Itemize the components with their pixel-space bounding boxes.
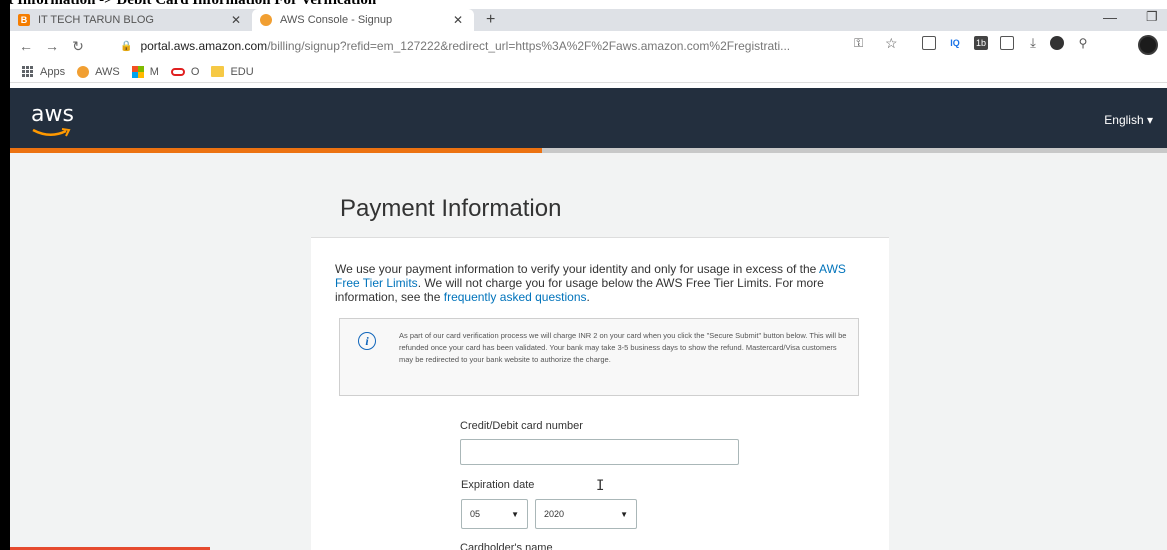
forward-icon[interactable]: → — [42, 38, 62, 54]
page-title: Payment Information — [340, 195, 562, 222]
text-cursor-icon: I — [596, 478, 605, 494]
cardholder-name-label: Cardholder's name — [460, 542, 553, 550]
bookmark-edu[interactable]: EDU — [211, 65, 254, 78]
notice-text: As part of our card verification process… — [399, 331, 847, 364]
new-tab-button[interactable]: + — [486, 11, 495, 29]
key-icon[interactable]: ⚿ — [854, 36, 863, 51]
puzzle-icon[interactable]: ⚲ — [1076, 36, 1090, 50]
bookmark-o[interactable]: O — [170, 65, 200, 78]
pocket-icon[interactable] — [922, 36, 936, 50]
bookmark-label: M — [149, 65, 159, 78]
dropdown-arrow-icon: ▼ — [511, 509, 519, 519]
extension-iq-icon[interactable]: IQ — [948, 36, 962, 50]
expiration-month-select[interactable]: 05 ▼ — [461, 499, 528, 529]
bookmarks-bar: Apps AWS M O EDU — [10, 61, 1167, 83]
expiration-year-select[interactable]: 2020 ▼ — [535, 499, 637, 529]
bookmark-label: Apps — [40, 65, 66, 78]
browser-toolbar: ← → ↻ 🔒 portal.aws.amazon.com/billing/si… — [10, 31, 1167, 61]
aws-logo[interactable]: aws — [31, 102, 74, 127]
aws-header: aws English ▾ — [10, 88, 1167, 148]
aws-smile-icon — [32, 128, 71, 137]
payment-form-card: We use your payment information to verif… — [311, 237, 889, 550]
close-icon[interactable]: ✕ — [450, 13, 466, 27]
faq-link[interactable]: frequently asked questions — [444, 290, 587, 304]
bookmark-m[interactable]: M — [131, 65, 159, 78]
restore-icon[interactable]: ❐ — [1146, 9, 1158, 25]
bookmark-label: AWS — [95, 65, 120, 78]
opera-icon — [170, 67, 185, 76]
apps-grid-icon — [22, 65, 34, 78]
url-text[interactable]: portal.aws.amazon.com/billing/signup?ref… — [140, 39, 790, 53]
expiration-date-label: Expiration date — [461, 479, 535, 491]
bookmark-aws[interactable]: AWS — [77, 65, 120, 78]
tab-it-tech-blog[interactable]: B IT TECH TARUN BLOG ✕ — [10, 9, 252, 31]
left-edge-bar — [0, 0, 10, 550]
url-host: portal.aws.amazon.com — [140, 39, 268, 53]
extension-1b-icon[interactable]: 1b — [974, 36, 988, 50]
payment-intro: We use your payment information to verif… — [335, 262, 865, 304]
bookmark-label: O — [190, 65, 200, 78]
qr-icon[interactable] — [1000, 36, 1014, 50]
card-number-input[interactable] — [460, 439, 739, 465]
blogger-icon: B — [18, 14, 30, 26]
card-number-label: Credit/Debit card number — [460, 420, 583, 432]
minimize-icon[interactable]: — — [1103, 9, 1117, 25]
extension-shield-icon[interactable] — [1050, 36, 1064, 50]
browser-window: nt Information -> Debit Card Information… — [0, 0, 1167, 550]
bookmark-apps[interactable]: Apps — [22, 65, 66, 78]
tab-aws-signup[interactable]: AWS Console - Signup ✕ — [252, 9, 474, 31]
select-value: 2020 — [544, 509, 565, 519]
bookmark-star-icon[interactable]: ☆ — [885, 35, 898, 52]
bookmark-label: EDU — [230, 65, 254, 78]
back-icon[interactable]: ← — [16, 38, 36, 54]
lock-icon[interactable]: 🔒 — [120, 41, 132, 52]
video-overlay-title: nt Information -> Debit Card Information… — [0, 0, 377, 8]
tab-title: AWS Console - Signup — [280, 14, 393, 26]
intro-text: . — [586, 290, 590, 304]
select-value: 05 — [470, 509, 481, 519]
profile-avatar-icon[interactable] — [1138, 35, 1158, 55]
reload-icon[interactable]: ↻ — [68, 38, 88, 55]
tab-title: IT TECH TARUN BLOG — [38, 14, 154, 26]
verification-notice: i As part of our card verification proce… — [339, 318, 859, 396]
folder-icon — [211, 66, 225, 77]
tab-strip: B IT TECH TARUN BLOG ✕ AWS Console - Sig… — [10, 9, 1167, 31]
microsoft-icon — [131, 65, 144, 78]
close-icon[interactable]: ✕ — [228, 13, 244, 27]
dropdown-arrow-icon: ▼ — [620, 509, 628, 519]
aws-icon — [260, 14, 272, 26]
intro-text: We use your payment information to verif… — [335, 262, 820, 276]
aws-icon — [77, 65, 90, 78]
language-selector[interactable]: English ▾ — [1104, 113, 1153, 127]
download-icon[interactable]: ⤓ — [1026, 35, 1040, 50]
info-icon: i — [358, 332, 376, 350]
url-path: /billing/signup?refid=em_127222&redirect… — [267, 39, 791, 53]
address-bar[interactable]: 🔒 portal.aws.amazon.com/billing/signup?r… — [120, 35, 920, 57]
